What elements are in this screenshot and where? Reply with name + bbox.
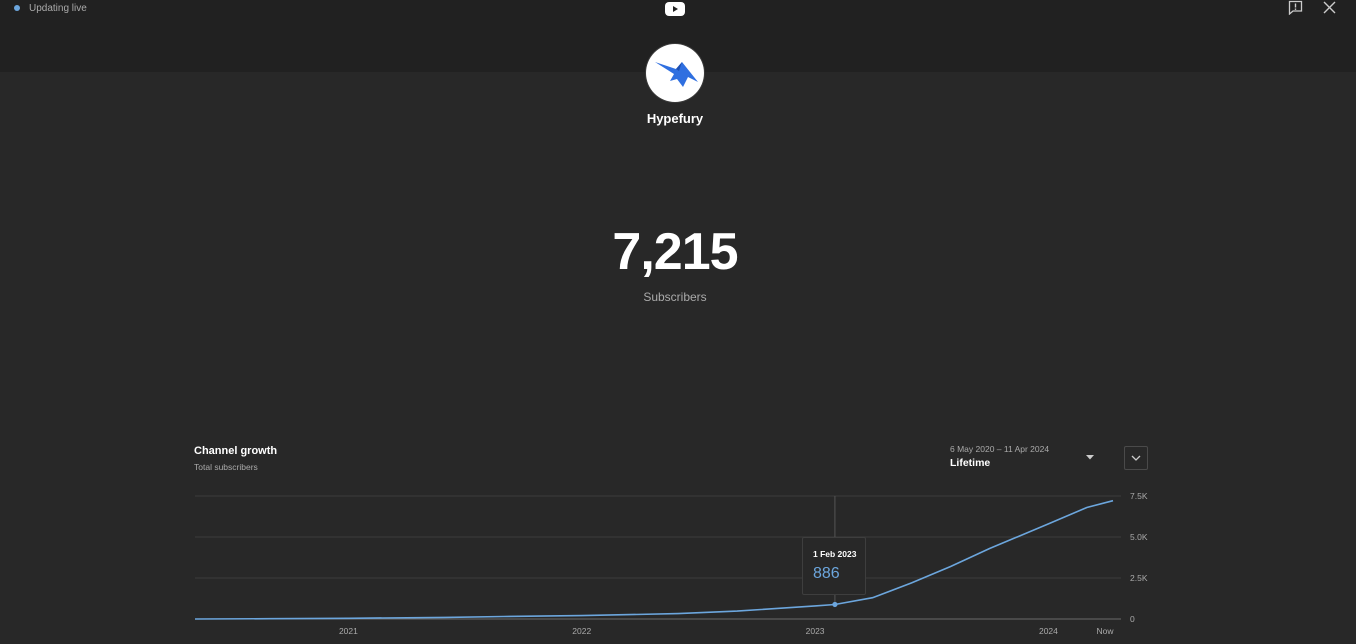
chart-subtitle: Total subscribers	[194, 462, 258, 472]
y-tick-label: 0	[1130, 614, 1135, 624]
expand-chart-button[interactable]	[1124, 446, 1148, 470]
y-tick-label: 7.5K	[1130, 491, 1148, 501]
x-tick-label: Now	[1096, 626, 1114, 636]
chevron-down-icon	[1131, 455, 1141, 461]
chart-grid	[195, 495, 1121, 620]
chart-title: Channel growth	[194, 445, 278, 457]
y-tick-label: 2.5K	[1130, 573, 1148, 583]
x-tick-label: 2024	[1039, 626, 1058, 636]
y-axis-ticks: 0 2.5K 5.0K 7.5K	[1130, 491, 1148, 624]
channel-growth-chart: 0 2.5K 5.0K 7.5K 2021 2022 2023 2024 Now	[194, 491, 1148, 636]
x-tick-label: 2022	[572, 626, 591, 636]
tooltip-value: 886	[813, 565, 840, 582]
subscribers-series-line	[194, 499, 1114, 620]
x-tick-label: 2023	[806, 626, 825, 636]
x-axis-ticks: 2021 2022 2023 2024 Now	[339, 626, 1114, 636]
period-select[interactable]: Lifetime	[950, 457, 990, 469]
y-tick-label: 5.0K	[1130, 532, 1148, 542]
subscriber-count-page: Updating live Hypefury 7,215 Subscribers…	[0, 0, 1356, 644]
chart-tooltip: 1 Feb 2023 886	[802, 537, 866, 595]
caret-down-icon[interactable]	[1084, 453, 1096, 461]
tooltip-date: 1 Feb 2023	[813, 549, 857, 559]
x-tick-label: 2021	[339, 626, 358, 636]
hover-point	[832, 601, 838, 608]
date-range-text: 6 May 2020 – 11 Apr 2024	[950, 444, 1050, 454]
